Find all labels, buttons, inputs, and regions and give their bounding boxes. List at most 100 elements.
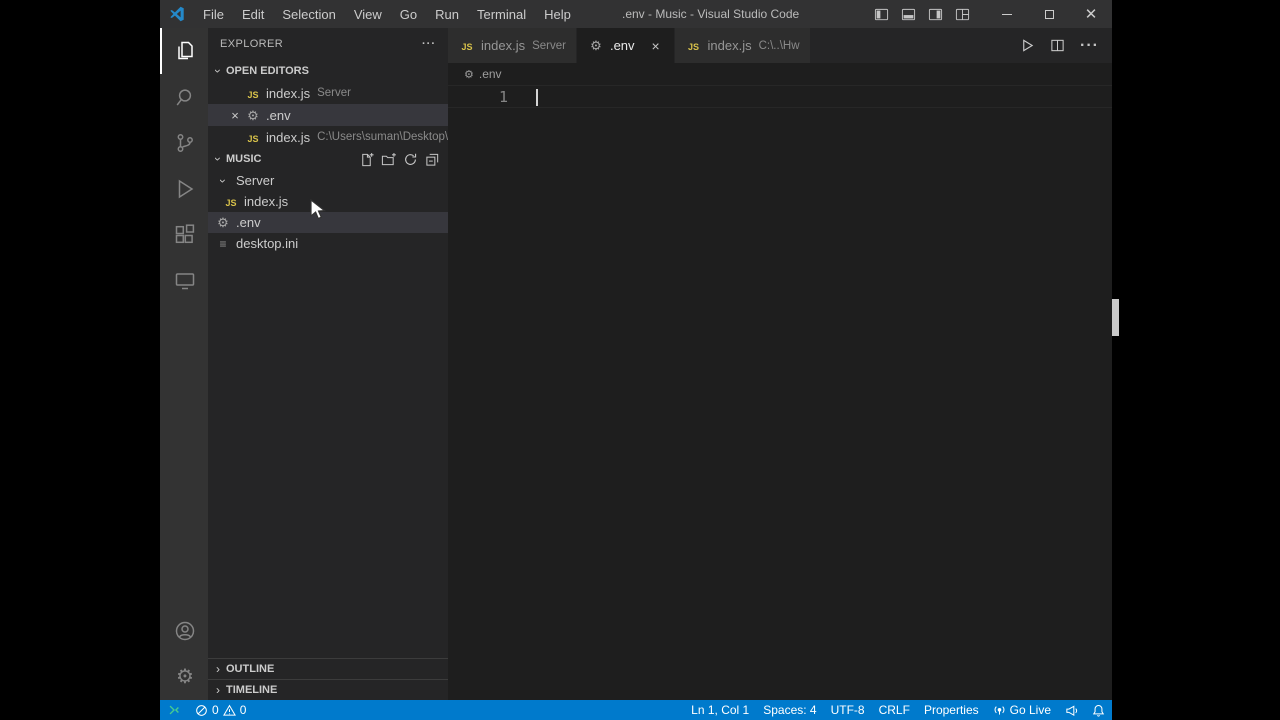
menu-file[interactable]: File xyxy=(194,0,233,28)
menu-selection[interactable]: Selection xyxy=(273,0,344,28)
run-file-icon[interactable] xyxy=(1020,38,1035,53)
text-cursor xyxy=(536,89,538,106)
error-count: 0 xyxy=(212,703,219,717)
menu-view[interactable]: View xyxy=(345,0,391,28)
open-editor-item-active[interactable]: × .env xyxy=(208,104,448,126)
warning-count: 0 xyxy=(239,703,247,717)
feedback-icon xyxy=(1066,704,1078,716)
chevron-down-icon: › xyxy=(216,178,230,183)
menu-help[interactable]: Help xyxy=(535,0,580,28)
maximize-button[interactable] xyxy=(1028,0,1070,28)
layout-controls xyxy=(874,7,970,22)
explorer-sidebar: EXPLORER ··· › OPEN EDITORS index.js Ser… xyxy=(208,28,448,700)
timeline-section[interactable]: › TIMELINE xyxy=(208,679,448,700)
outline-section[interactable]: › OUTLINE xyxy=(208,658,448,679)
tab-indexjs-hw[interactable]: index.js C:\..\Hw xyxy=(674,28,810,63)
go-live-label: Go Live xyxy=(1009,703,1051,717)
code-editor[interactable]: 1 xyxy=(448,85,1112,700)
run-debug-icon[interactable] xyxy=(160,166,208,212)
more-actions-icon[interactable]: ··· xyxy=(1080,37,1099,55)
js-file-icon xyxy=(244,131,262,144)
feedback-button[interactable] xyxy=(1058,700,1085,720)
minimize-button[interactable] xyxy=(986,0,1028,28)
close-window-button[interactable]: ✕ xyxy=(1070,0,1112,28)
menu-terminal[interactable]: Terminal xyxy=(468,0,535,28)
settings-gear-icon[interactable]: ⚙ xyxy=(160,654,208,700)
file-name: .env xyxy=(236,215,261,230)
explorer-icon[interactable] xyxy=(160,28,208,74)
toggle-sidebar-icon[interactable] xyxy=(874,7,889,22)
tab-label: index.js xyxy=(481,38,526,53)
env-file-icon xyxy=(244,109,262,122)
problems-indicator[interactable]: 0 0 xyxy=(188,700,253,720)
file-name: index.js xyxy=(244,194,289,209)
indentation-setting[interactable]: Spaces: 4 xyxy=(756,700,823,720)
vscode-window: File Edit Selection View Go Run Terminal… xyxy=(160,0,1112,720)
close-editor-icon[interactable]: × xyxy=(226,108,244,123)
tree-item-folder-server[interactable]: › Server xyxy=(208,170,448,191)
chevron-down-icon: › xyxy=(211,157,225,161)
language-mode[interactable]: Properties xyxy=(917,700,986,720)
go-live-button[interactable]: Go Live xyxy=(986,700,1058,720)
warning-icon xyxy=(222,704,236,716)
editor-group: index.js Server .env × index.js C:\..\Hw… xyxy=(448,28,1112,700)
search-icon[interactable] xyxy=(160,74,208,120)
file-name: index.js xyxy=(266,85,311,101)
page-scrollbar-thumb[interactable] xyxy=(1112,299,1119,336)
env-file-icon xyxy=(464,67,474,81)
broadcast-icon xyxy=(994,705,1005,715)
chevron-down-icon: › xyxy=(211,69,225,73)
refresh-icon[interactable] xyxy=(403,152,418,167)
tab-label: index.js xyxy=(707,38,752,53)
folder-name: Server xyxy=(236,173,275,188)
remote-explorer-icon[interactable] xyxy=(160,258,208,304)
sidebar-bottom-panels: › OUTLINE › TIMELINE xyxy=(208,658,448,700)
customize-layout-icon[interactable] xyxy=(955,7,970,22)
current-line: 1 xyxy=(448,85,1112,108)
close-tab-icon[interactable]: × xyxy=(648,38,664,54)
menu-go[interactable]: Go xyxy=(391,0,426,28)
js-file-icon xyxy=(244,87,262,100)
tab-env-active[interactable]: .env × xyxy=(576,28,674,63)
cursor-position[interactable]: Ln 1, Col 1 xyxy=(684,700,756,720)
split-editor-icon[interactable] xyxy=(1050,38,1065,53)
activity-bar: ⚙ xyxy=(160,28,208,700)
encoding-setting[interactable]: UTF-8 xyxy=(824,700,872,720)
new-file-icon[interactable] xyxy=(359,152,374,167)
tab-detail: C:\..\Hw xyxy=(758,39,800,52)
bell-icon xyxy=(1092,704,1105,717)
source-control-icon[interactable] xyxy=(160,120,208,166)
tab-indexjs-server[interactable]: index.js Server xyxy=(448,28,576,63)
env-file-icon xyxy=(587,39,605,52)
tree-item-desktopini[interactable]: desktop.ini xyxy=(208,233,448,254)
error-icon xyxy=(196,704,207,716)
extensions-icon[interactable] xyxy=(160,212,208,258)
env-file-icon xyxy=(214,216,232,229)
tree-item-indexjs[interactable]: index.js xyxy=(208,191,448,212)
toggle-secondary-sidebar-icon[interactable] xyxy=(928,7,943,22)
project-section[interactable]: › MUSIC xyxy=(208,148,448,170)
menu-run[interactable]: Run xyxy=(426,0,468,28)
notifications-button[interactable] xyxy=(1085,700,1112,720)
collapse-all-icon[interactable] xyxy=(425,152,440,167)
chevron-right-icon: › xyxy=(216,683,220,697)
open-editors-section[interactable]: › OPEN EDITORS xyxy=(208,60,448,82)
explorer-more-actions-icon[interactable]: ··· xyxy=(422,38,436,50)
ini-file-icon xyxy=(214,237,232,250)
breadcrumb[interactable]: .env xyxy=(448,63,1112,85)
eol-setting[interactable]: CRLF xyxy=(872,700,917,720)
file-name: .env xyxy=(266,107,291,123)
remote-indicator[interactable] xyxy=(160,700,188,720)
tree-item-env[interactable]: .env xyxy=(208,212,448,233)
menu-edit[interactable]: Edit xyxy=(233,0,273,28)
title-bar: File Edit Selection View Go Run Terminal… xyxy=(160,0,1112,28)
project-label: MUSIC xyxy=(226,153,262,165)
open-editor-item[interactable]: index.js Server xyxy=(208,82,448,104)
new-folder-icon[interactable] xyxy=(381,152,396,167)
open-editor-item[interactable]: index.js C:\Users\suman\Desktop\Hw xyxy=(208,126,448,148)
accounts-icon[interactable] xyxy=(160,608,208,654)
open-editors-label: OPEN EDITORS xyxy=(226,65,309,77)
js-file-icon xyxy=(222,195,240,208)
file-name: index.js xyxy=(266,129,311,145)
toggle-panel-icon[interactable] xyxy=(901,7,916,22)
